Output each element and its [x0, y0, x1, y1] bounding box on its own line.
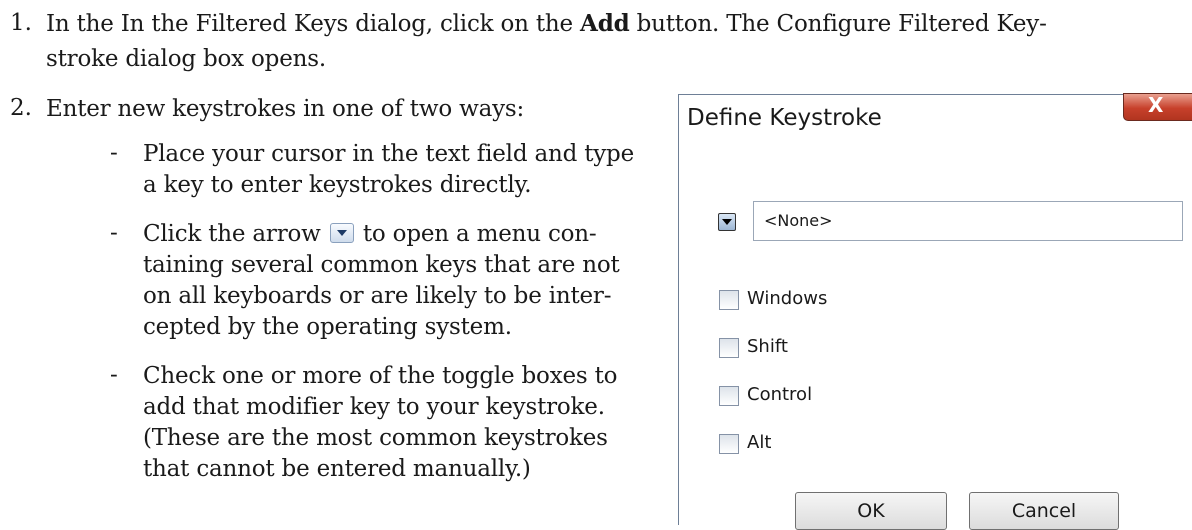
checkbox-box[interactable] — [719, 434, 739, 454]
step-1-number: 1. — [10, 10, 32, 36]
checkbox-label-control: Control — [747, 384, 813, 405]
checkbox-label-windows: Windows — [747, 288, 828, 309]
dialog-titlebar: Define Keystroke X — [679, 93, 1192, 149]
bullet-2-line-1: Click the arrow to open a menu con- — [143, 220, 597, 248]
close-button[interactable]: X — [1123, 93, 1192, 121]
step-1-line-1: In the In the Filtered Keys dialog, clic… — [46, 10, 1047, 38]
step-2-number: 2. — [10, 95, 32, 121]
bullet-2-line-3: on all keyboards or are likely to be int… — [143, 283, 612, 309]
dialog-title: Define Keystroke — [687, 105, 882, 131]
step-1-text-a: In the In the Filtered Keys dialog, clic… — [46, 11, 581, 37]
step-2-text: Enter new keystrokes in one of two ways: — [46, 96, 525, 122]
bullet-marker: - — [110, 220, 118, 246]
bullet-3-line-4: that cannot be entered manually.) — [143, 456, 531, 482]
bullet-3-line-3: (These are the most common keystrokes — [143, 425, 608, 451]
bullet-1-line-2: a key to enter keystrokes directly. — [143, 172, 532, 198]
checkbox-box[interactable] — [719, 290, 739, 310]
checkbox-label-shift: Shift — [747, 336, 788, 357]
define-keystroke-dialog: Define Keystroke X <None> Windows Shift … — [678, 93, 1192, 530]
bullet-1-line-1: Place your cursor in the text field and … — [143, 141, 634, 167]
ok-button[interactable]: OK — [795, 492, 947, 530]
bullet-2-line-2: taining several common keys that are not — [143, 252, 620, 278]
bullet-2-text-b: to open a menu con- — [355, 221, 597, 247]
step-1-line-2: stroke dialog box opens. — [46, 46, 326, 72]
key-dropdown-button[interactable] — [718, 213, 736, 231]
step-1-text-b: button. The Configure Filtered Key- — [629, 11, 1047, 37]
bullet-3-line-2: add that modifier key to your keystroke. — [143, 394, 605, 420]
checkbox-box[interactable] — [719, 386, 739, 406]
bullet-3-line-1: Check one or more of the toggle boxes to — [143, 363, 618, 389]
bullet-2-line-4: cepted by the operating system. — [143, 314, 512, 340]
checkbox-label-alt: Alt — [747, 432, 772, 453]
step-1-add-bold: Add — [580, 10, 630, 37]
bullet-2-text-a: Click the arrow — [143, 221, 328, 247]
keystroke-input[interactable]: <None> — [753, 201, 1183, 241]
dropdown-arrow-icon — [329, 223, 354, 243]
checkbox-box[interactable] — [719, 338, 739, 358]
close-icon: X — [1148, 93, 1164, 117]
bullet-marker: - — [110, 140, 118, 166]
bullet-marker: - — [110, 362, 118, 388]
cancel-button[interactable]: Cancel — [969, 492, 1119, 530]
